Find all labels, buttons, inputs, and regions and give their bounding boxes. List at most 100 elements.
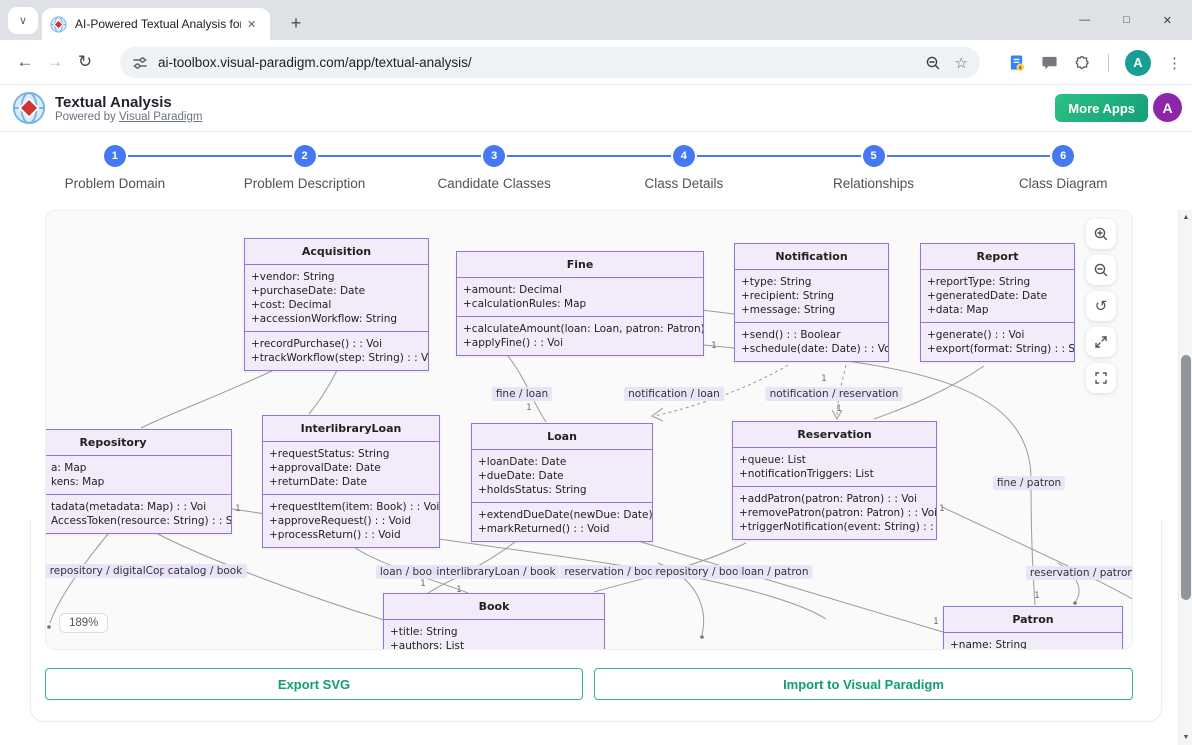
edge-label-fine-loan: fine / loan	[492, 387, 552, 401]
extensions-icon[interactable]	[1074, 54, 1092, 72]
page-scrollbar[interactable]: ▲ ▼	[1178, 210, 1192, 745]
window-minimize-button[interactable]: —	[1079, 14, 1090, 26]
step-connector	[399, 155, 481, 157]
class-repository[interactable]: Repositorya: Mapkens: Maptadata(metadata…	[45, 429, 232, 534]
step-class-details[interactable]: 4Class Details	[589, 132, 779, 205]
class-interlibraryloan[interactable]: InterlibraryLoan+requestStatus: String+a…	[262, 415, 440, 548]
site-settings-icon[interactable]	[132, 55, 148, 71]
back-button[interactable]: ←	[10, 52, 40, 72]
class-operations-row: +send() : : Boolear	[735, 328, 888, 342]
fullscreen-icon	[1093, 370, 1109, 386]
class-attributes-row: +dueDate: Date	[472, 469, 652, 483]
class-attributes-row: +reportType: String	[921, 275, 1074, 289]
step-label: Candidate Classes	[399, 176, 589, 191]
class-attributes-row: +approvalDate: Date	[263, 461, 439, 475]
class-reservation[interactable]: Reservation+queue: List+notificationTrig…	[732, 421, 937, 540]
step-label: Class Diagram	[968, 176, 1158, 191]
class-name: Patron	[944, 607, 1122, 633]
import-to-visual-paradigm-button[interactable]: Import to Visual Paradigm	[594, 668, 1133, 700]
class-attributes: +amount: Decimal+calculationRules: Map	[457, 278, 703, 317]
class-report[interactable]: Report+reportType: String+generatedDate:…	[920, 243, 1075, 362]
window-close-button[interactable]: ✕	[1163, 14, 1172, 27]
reload-button[interactable]: ↻	[70, 52, 100, 72]
export-svg-button[interactable]: Export SVG	[45, 668, 583, 700]
browser-menu-icon[interactable]: ⋮	[1167, 54, 1182, 72]
zoom-in-button[interactable]	[1086, 219, 1116, 249]
step-connector	[507, 155, 589, 157]
url-text[interactable]: ai-toolbox.visual-paradigm.com/app/textu…	[158, 55, 911, 70]
fit-screen-button[interactable]	[1086, 327, 1116, 357]
multiplicity-label: 1	[235, 504, 240, 514]
tab-search-button[interactable]: ∨	[8, 7, 38, 34]
class-attributes: +queue: List+notificationTriggers: List	[733, 448, 936, 487]
edge-label-interlibraryloan-book: interlibraryLoan / book	[432, 565, 559, 579]
class-attributes-row: +recipient: String	[735, 289, 888, 303]
class-operations: +calculateAmount(loan: Loan, patron: Pat…	[457, 317, 703, 355]
more-apps-button[interactable]: More Apps	[1055, 94, 1148, 122]
browser-tab[interactable]: AI-Powered Textual Analysis for ✕	[42, 8, 270, 40]
address-bar[interactable]: ai-toolbox.visual-paradigm.com/app/textu…	[120, 47, 980, 78]
docs-offline-icon[interactable]	[1008, 54, 1025, 72]
comment-icon[interactable]	[1041, 54, 1058, 71]
step-label: Class Details	[589, 176, 779, 191]
class-book[interactable]: Book+title: String+authors: List	[383, 593, 605, 650]
class-name: Reservation	[733, 422, 936, 448]
expand-icon	[1093, 334, 1109, 350]
class-operations-row: +markReturned() : : Void	[472, 522, 652, 536]
visual-paradigm-link[interactable]: Visual Paradigm	[119, 111, 203, 123]
multiplicity-label: 1	[711, 341, 716, 351]
forward-button[interactable]: →	[40, 52, 70, 72]
edge-label-loan-patron: loan / patron	[737, 565, 812, 579]
bookmark-star-icon[interactable]: ☆	[955, 54, 968, 72]
step-number: 2	[294, 145, 316, 167]
class-operations: +addPatron(patron: Patron) : : Voi+remov…	[733, 487, 936, 539]
step-label: Problem Description	[210, 176, 400, 191]
class-patron[interactable]: Patron+name: String	[943, 606, 1123, 650]
class-notification[interactable]: Notification+type: String+recipient: Str…	[734, 243, 889, 362]
class-name: Notification	[735, 244, 888, 270]
step-relationships[interactable]: 5Relationships	[779, 132, 969, 205]
zoom-indicator-icon[interactable]	[925, 55, 941, 71]
user-avatar[interactable]: A	[1153, 93, 1182, 122]
step-connector	[779, 155, 861, 157]
multiplicity-label: 1	[939, 504, 944, 514]
class-operations-row: +schedule(date: Date) : : Voi	[735, 342, 888, 356]
fullscreen-button[interactable]	[1086, 363, 1116, 393]
browser-tab-strip: ∨ AI-Powered Textual Analysis for ✕ + — …	[0, 0, 1192, 40]
step-number: 5	[863, 145, 885, 167]
step-connector	[887, 155, 969, 157]
step-connector	[589, 155, 671, 157]
step-connector	[318, 155, 400, 157]
class-operations-row: +removePatron(patron: Patron) : : Voi	[733, 506, 936, 520]
class-fine[interactable]: Fine+amount: Decimal+calculationRules: M…	[456, 251, 704, 356]
class-attributes-row: +requestStatus: String	[263, 447, 439, 461]
class-name: Acquisition	[245, 239, 428, 265]
class-attributes-row: +queue: List	[733, 453, 936, 467]
class-attributes-row: +title: String	[384, 625, 604, 639]
app-header: Textual Analysis Powered by Visual Parad…	[0, 85, 1192, 132]
new-tab-button[interactable]: +	[282, 9, 310, 37]
tab-close-icon[interactable]: ✕	[247, 18, 256, 31]
window-maximize-button[interactable]: □	[1123, 14, 1130, 26]
edge-label-repository-book: repository / book	[652, 565, 749, 579]
step-class-diagram[interactable]: 6Class Diagram	[968, 132, 1158, 205]
scrollbar-thumb[interactable]	[1181, 355, 1191, 600]
toolbar-divider	[1108, 54, 1109, 72]
step-candidate-classes[interactable]: 3 Candidate Classes	[399, 132, 589, 205]
chevron-down-icon: ∨	[19, 14, 27, 27]
zoom-out-button[interactable]	[1086, 255, 1116, 285]
browser-profile-avatar[interactable]: A	[1125, 50, 1151, 76]
step-number: 3	[483, 145, 505, 167]
step-problem-description[interactable]: 2 Problem Description	[210, 132, 400, 205]
class-operations-row: tadata(metadata: Map) : : Voi	[45, 500, 231, 514]
step-problem-domain[interactable]: 1Problem Domain	[20, 132, 210, 205]
step-connector	[697, 155, 779, 157]
step-connector	[210, 155, 292, 157]
class-operations: tadata(metadata: Map) : : VoiAccessToken…	[45, 495, 231, 533]
scroll-up-icon[interactable]: ▲	[1179, 214, 1192, 221]
class-acquisition[interactable]: Acquisition+vendor: String+purchaseDate:…	[244, 238, 429, 371]
class-diagram-canvas[interactable]: 189% Acquisition+vendor: String+purchase…	[45, 210, 1133, 650]
class-loan[interactable]: Loan+loanDate: Date+dueDate: Date+holdsS…	[471, 423, 653, 542]
reset-view-button[interactable]: ↺	[1086, 291, 1116, 321]
scroll-down-icon[interactable]: ▼	[1179, 734, 1192, 741]
